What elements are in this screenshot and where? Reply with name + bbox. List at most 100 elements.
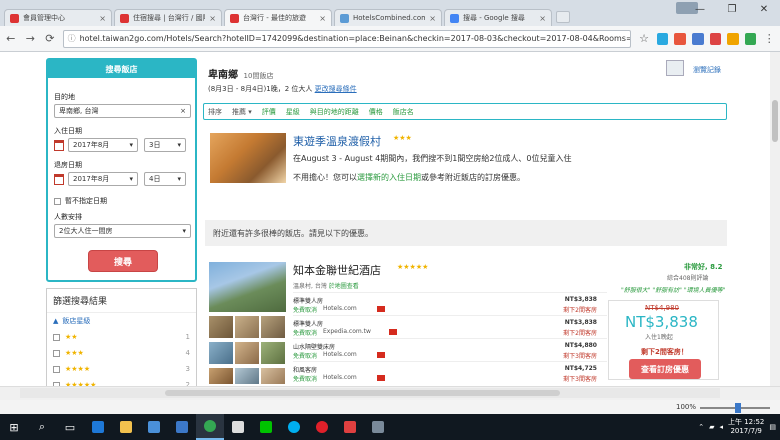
new-dates-link[interactable]: 選擇新的入住日期 xyxy=(357,173,421,182)
filter-checkbox[interactable] xyxy=(53,365,60,373)
checkout-month-select[interactable]: 2017年8月 ▾ xyxy=(68,172,138,186)
volume-icon[interactable]: ◂ xyxy=(719,423,723,431)
horizontal-scrollbar[interactable] xyxy=(20,388,720,398)
tray-arrow-icon[interactable]: ⌃ xyxy=(698,423,704,431)
menu-icon[interactable]: ⋮ xyxy=(762,32,776,45)
filter-checkbox[interactable] xyxy=(53,333,60,341)
star-rating-group[interactable]: ▲ 飯店星級 xyxy=(47,313,196,329)
sort-option-price[interactable]: 價格 xyxy=(369,107,383,117)
filter-row[interactable]: ★★★★ 3 xyxy=(47,361,196,377)
site-favicon-icon xyxy=(10,13,19,23)
scrollbar-thumb[interactable] xyxy=(165,390,560,396)
tab-google-search[interactable]: 搜尋 - Google 搜尋 × xyxy=(444,9,552,26)
close-tab-icon[interactable]: × xyxy=(99,14,106,23)
filter-row[interactable]: ★★★ 4 xyxy=(47,345,196,361)
alert-extension-icon[interactable] xyxy=(727,32,739,45)
clear-icon[interactable]: × xyxy=(180,107,186,115)
hotel-thumbnail[interactable] xyxy=(235,368,259,384)
shopping-extension-icon[interactable] xyxy=(709,32,722,45)
close-tab-icon[interactable]: × xyxy=(209,14,216,23)
filter-row[interactable]: ★★ 1 xyxy=(47,329,196,345)
hotel-thumbnail[interactable] xyxy=(261,368,285,384)
skype-extension-icon[interactable] xyxy=(656,32,669,45)
room-offer[interactable]: 和風客房 免費取消 Hotels.com NT$4,725 剩下3間客房 xyxy=(293,361,607,386)
sort-option-distance[interactable]: 與目的地的距離 xyxy=(310,107,359,117)
change-search-link[interactable]: 更改搜尋條件 xyxy=(315,85,357,93)
scrollbar-thumb[interactable] xyxy=(772,100,778,142)
hotel-thumbnail[interactable] xyxy=(235,342,259,364)
tab-member-center[interactable]: 會員管理中心 × xyxy=(4,9,112,26)
checkin-day-select[interactable]: 3日 ▾ xyxy=(144,138,186,152)
tab-hotelscombined[interactable]: HotelsCombined.com × xyxy=(334,9,442,26)
close-tab-icon[interactable]: × xyxy=(429,14,436,23)
destination-input[interactable]: 卑南鄉, 台灣 × xyxy=(54,104,191,118)
zoom-slider-knob[interactable] xyxy=(735,403,741,413)
history-icon[interactable] xyxy=(666,60,684,76)
back-arrow-icon[interactable]: ← xyxy=(4,32,18,45)
review-count[interactable]: 綜合408則評論 xyxy=(667,273,708,282)
check-extension-icon[interactable] xyxy=(744,32,757,45)
hotel-name[interactable]: 知本金聯世紀酒店 xyxy=(293,262,381,278)
line-icon[interactable] xyxy=(252,414,280,440)
hotel-photo[interactable] xyxy=(209,262,286,312)
filter-checkbox[interactable] xyxy=(53,349,60,357)
page-info-icon[interactable]: ⓘ xyxy=(68,33,76,44)
news-extension-icon[interactable] xyxy=(692,32,704,45)
edge-icon[interactable] xyxy=(84,414,112,440)
tab-hotel-search[interactable]: 住宿搜尋 | 台灣行 / 國際 × xyxy=(114,9,222,26)
view-map-link[interactable]: 於地圖查看 xyxy=(329,283,359,290)
search-button[interactable]: 搜尋 xyxy=(88,250,158,272)
calendar-icon[interactable] xyxy=(54,140,64,151)
close-tab-icon[interactable]: × xyxy=(539,14,546,23)
no-rooms-message: 在August 3 - August 4期間內，我們搜不到1間空房給2位成人、0… xyxy=(293,154,572,163)
hotel-name[interactable]: 東遊季溫泉渡假村 xyxy=(293,133,381,149)
chrome-icon[interactable] xyxy=(196,414,224,440)
history-link[interactable]: 瀏覽記錄 xyxy=(693,65,721,75)
close-tab-icon[interactable]: × xyxy=(319,14,326,23)
calendar-icon[interactable] xyxy=(54,174,64,185)
no-date-checkbox[interactable] xyxy=(54,197,61,205)
forward-arrow-icon[interactable]: → xyxy=(24,32,38,45)
hotel-thumbnail[interactable] xyxy=(235,316,259,338)
clock[interactable]: 上午 12:52 2017/7/9 xyxy=(728,418,764,436)
file-explorer-icon[interactable] xyxy=(112,414,140,440)
checkout-day-select[interactable]: 4日 ▾ xyxy=(144,172,186,186)
reload-icon[interactable]: ⟳ xyxy=(43,32,57,45)
store-icon[interactable] xyxy=(140,414,168,440)
filter-row[interactable]: ★★★★★ 2 xyxy=(47,377,196,386)
site-favicon-icon xyxy=(230,13,239,23)
new-tab-button[interactable] xyxy=(556,11,570,23)
hotel-thumbnail[interactable] xyxy=(209,368,233,384)
checkin-month-select[interactable]: 2017年8月 ▾ xyxy=(68,138,138,152)
search-icon[interactable]: ⌕ xyxy=(28,414,56,440)
bookmark-star-icon[interactable]: ☆ xyxy=(637,32,651,45)
sort-option-name[interactable]: 飯店名 xyxy=(393,107,414,117)
minimize-button[interactable]: — xyxy=(684,0,716,18)
sort-recommend[interactable]: 推薦 ▾ xyxy=(232,107,252,117)
camera-icon[interactable] xyxy=(224,414,252,440)
opera-icon[interactable] xyxy=(308,414,336,440)
hotel-thumbnail[interactable] xyxy=(209,342,233,364)
hotel-photo[interactable] xyxy=(210,133,286,183)
skype-icon[interactable] xyxy=(280,414,308,440)
app-icon[interactable] xyxy=(364,414,392,440)
hotel-thumbnail[interactable] xyxy=(261,316,285,338)
sort-option-rating[interactable]: 評價 xyxy=(262,107,276,117)
office-extension-icon[interactable] xyxy=(674,32,687,45)
hotel-thumbnail[interactable] xyxy=(209,316,233,338)
task-view-icon[interactable]: ▭ xyxy=(56,414,84,440)
hotel-thumbnail[interactable] xyxy=(261,342,285,364)
guests-select[interactable]: 2位大人住一間房 ▾ xyxy=(54,224,191,238)
close-window-button[interactable]: ✕ xyxy=(748,0,780,18)
notification-icon[interactable]: ▤ xyxy=(769,423,776,431)
mail-icon[interactable] xyxy=(168,414,196,440)
tab-taiwan-travel[interactable]: 台灣行 - 最佳的旅遊 × xyxy=(224,9,332,26)
vertical-scrollbar[interactable] xyxy=(770,52,780,386)
maximize-button[interactable]: ❐ xyxy=(716,0,748,18)
view-deal-button[interactable]: 查看訂房優惠 xyxy=(629,359,701,379)
app-icon[interactable] xyxy=(336,414,364,440)
address-bar[interactable]: ⓘ hotel.taiwan2go.com/Hotels/Search?hote… xyxy=(62,29,632,48)
sort-option-stars[interactable]: 星級 xyxy=(286,107,300,117)
windows-start-icon[interactable]: ⊞ xyxy=(0,414,28,440)
network-icon[interactable]: ▰ xyxy=(709,423,714,431)
